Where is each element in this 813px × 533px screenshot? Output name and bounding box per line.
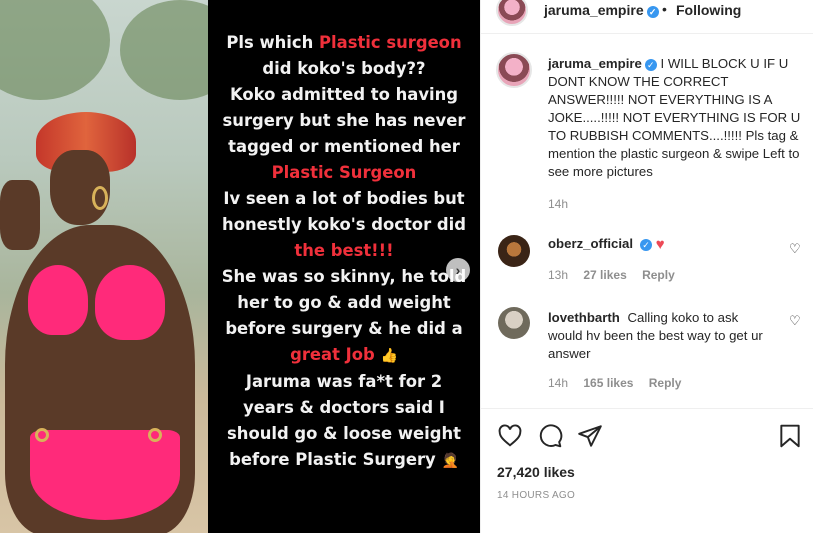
post-timestamp[interactable]: 14 HOURS AGO bbox=[497, 490, 575, 501]
story-line: She was so skinny, he told her to go & a… bbox=[221, 267, 467, 338]
story-line: Pls which bbox=[226, 33, 319, 52]
story-highlight: Plastic surgeon bbox=[319, 33, 462, 52]
comment-time[interactable]: 14h bbox=[548, 376, 568, 390]
bikini-bottom bbox=[30, 430, 180, 520]
verified-icon: ✓ bbox=[646, 6, 659, 18]
reply-button[interactable]: Reply bbox=[642, 268, 675, 282]
post-header: jaruma_empire ✓ • Following bbox=[481, 0, 813, 34]
avatar[interactable] bbox=[496, 0, 528, 26]
thumbs-up-emoji: 👍 bbox=[380, 348, 398, 364]
story-screenshot: Pls which Plastic surgeon did koko's bod… bbox=[208, 0, 480, 533]
comment-username[interactable]: lovethbarth bbox=[548, 310, 620, 325]
verified-icon: ✓ bbox=[644, 59, 657, 71]
comment-like-button[interactable]: ♡ bbox=[789, 241, 801, 257]
comment: lovethbarth Calling koko to ask would hv… bbox=[548, 309, 773, 363]
story-line: Jaruma was fa*t for 2 years & doctors sa… bbox=[227, 372, 461, 469]
comment-avatar[interactable] bbox=[498, 235, 530, 267]
verified-icon: ✓ bbox=[640, 239, 653, 251]
post-side-panel: jaruma_empire ✓ • Following jaruma_empire… bbox=[480, 0, 813, 533]
facepalm-emoji: 🤦 bbox=[441, 453, 459, 469]
arm-shape bbox=[0, 180, 40, 250]
post-actions: 27,420 likes 14 HOURS AGO bbox=[481, 408, 813, 533]
comment-likes[interactable]: 27 likes bbox=[583, 268, 626, 282]
post-media: Pls which Plastic surgeon did koko's bod… bbox=[0, 0, 480, 533]
separator-dot: • bbox=[662, 1, 667, 17]
comment-meta: 14h 165 likes Reply bbox=[548, 376, 693, 390]
comment-like-button[interactable]: ♡ bbox=[789, 313, 801, 329]
comment: oberz_official ✓ ♥ bbox=[548, 235, 773, 254]
post-caption: jaruma_empire ✓ I WILL BLOCK U IF U DONT … bbox=[548, 55, 803, 181]
caption-avatar[interactable] bbox=[496, 52, 532, 88]
comment-avatar[interactable] bbox=[498, 307, 530, 339]
comment-meta: 13h 27 likes Reply bbox=[548, 268, 687, 282]
earring-shape bbox=[92, 186, 108, 210]
header-username[interactable]: jaruma_empire bbox=[544, 2, 644, 18]
story-text: Pls which Plastic surgeon did koko's bod… bbox=[218, 30, 470, 474]
caption-time[interactable]: 14h bbox=[548, 197, 568, 211]
bikini-ring bbox=[35, 428, 49, 442]
story-highlight: Plastic Surgeon bbox=[271, 163, 417, 182]
story-highlight: great Job bbox=[290, 345, 375, 364]
comment-likes[interactable]: 165 likes bbox=[583, 376, 633, 390]
next-slide-button[interactable]: › bbox=[446, 258, 470, 282]
post-photo bbox=[0, 0, 208, 533]
caption-username[interactable]: jaruma_empire bbox=[548, 56, 642, 71]
following-button[interactable]: Following bbox=[676, 2, 741, 18]
bikini-ring bbox=[148, 428, 162, 442]
story-highlight: the best!!! bbox=[294, 241, 394, 260]
caption-text: I WILL BLOCK U IF U DONT KNOW THE CORREC… bbox=[548, 56, 801, 179]
bikini-top-right bbox=[95, 265, 165, 340]
comment-time[interactable]: 13h bbox=[548, 268, 568, 282]
heart-icon[interactable] bbox=[497, 423, 523, 449]
reply-button[interactable]: Reply bbox=[649, 376, 682, 390]
share-icon[interactable] bbox=[577, 423, 603, 449]
comment-username[interactable]: oberz_official bbox=[548, 236, 633, 251]
palm-tree-shape bbox=[120, 0, 208, 100]
story-line: Koko admitted to having surgery but she … bbox=[222, 85, 466, 156]
story-line: Iv seen a lot of bodies but honestly kok… bbox=[222, 189, 466, 234]
heart-emoji: ♥ bbox=[655, 236, 665, 253]
bikini-top-left bbox=[28, 265, 88, 335]
heart-icon: ♡ bbox=[789, 241, 801, 256]
comment-icon[interactable] bbox=[537, 423, 563, 449]
chevron-right-icon: › bbox=[455, 262, 461, 278]
heart-icon: ♡ bbox=[789, 313, 801, 328]
palm-tree-shape bbox=[0, 0, 110, 100]
post-likes[interactable]: 27,420 likes bbox=[497, 464, 575, 480]
bookmark-icon[interactable] bbox=[777, 423, 803, 449]
story-line: did koko's body?? bbox=[262, 59, 426, 78]
